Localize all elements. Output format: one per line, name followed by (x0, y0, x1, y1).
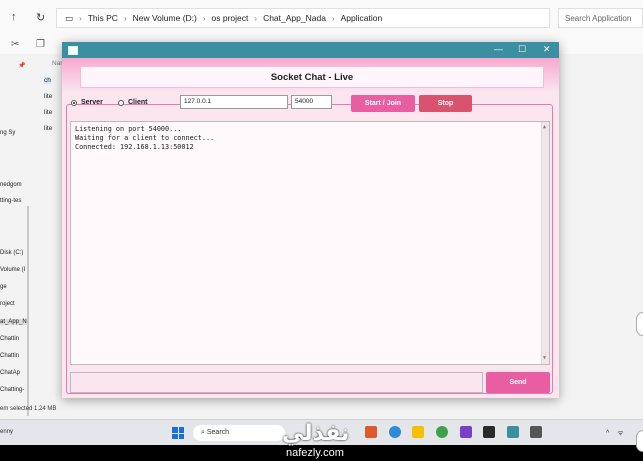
scroll-down-icon[interactable]: ▼ (543, 354, 546, 363)
log-line: Listening on port 54000... (75, 125, 182, 133)
server-radio-label: Server (81, 99, 103, 106)
server-radio[interactable]: Server (71, 99, 103, 106)
folder-icon[interactable] (412, 426, 424, 438)
header-strip: Socket Chat - Live (80, 66, 544, 88)
monitor-icon: ▭ (65, 12, 74, 23)
taskbar-search-label: Search (206, 429, 230, 436)
window-app-icon (68, 46, 78, 55)
system-tray[interactable]: ^ ᯤ (606, 429, 627, 438)
side-handle[interactable] (636, 430, 643, 452)
nav-item[interactable]: Chatting- (0, 387, 24, 393)
breadcrumb-item[interactable]: This PC (88, 13, 118, 23)
nav-item[interactable]: Volume (I (0, 267, 25, 273)
chevron-right-icon: › (79, 13, 82, 23)
chat-app-taskbar-icon[interactable] (507, 426, 519, 438)
taskbar-search[interactable]: ⌕ Search (193, 425, 285, 441)
port-input[interactable]: 54000 (291, 95, 332, 109)
log-line: Connected: 192.168.1.13:50012 (75, 143, 194, 151)
side-handle[interactable] (636, 312, 643, 336)
visual-studio-icon[interactable] (460, 426, 472, 438)
terminal-icon[interactable] (483, 426, 495, 438)
breadcrumb-item[interactable]: Chat_App_Nada (263, 13, 326, 23)
nav-item[interactable]: at_App_N (0, 319, 27, 325)
nav-item[interactable]: ge (0, 284, 7, 290)
client-radio-label: Client (128, 99, 148, 106)
nav-item[interactable]: nedgom (0, 182, 22, 188)
client-radio[interactable]: Client (118, 99, 147, 106)
windows-start-icon[interactable] (172, 427, 184, 439)
chevron-right-icon: › (123, 13, 127, 23)
chevron-right-icon: › (331, 13, 335, 23)
file-item[interactable]: lite (44, 125, 52, 132)
app-body: Socket Chat - Live Server Client 127.0.0… (62, 58, 559, 398)
radio-unchecked-icon (118, 99, 124, 106)
breadcrumb-item[interactable]: Application (341, 13, 383, 23)
file-item[interactable]: lite (44, 93, 52, 100)
refresh-icon[interactable]: ↻ (36, 11, 45, 24)
nav-item[interactable]: ng Sy (0, 130, 15, 136)
message-input[interactable] (70, 372, 483, 393)
breadcrumb[interactable]: ▭ › This PC › New Volume (D:) › os proje… (56, 8, 550, 28)
watermark-text: nafezly.com (286, 447, 344, 459)
app-icon[interactable] (530, 426, 542, 438)
copy-icon[interactable]: ❐ (36, 39, 45, 50)
log-scrollbar[interactable]: ▲ ▼ (541, 122, 549, 364)
explorer-status-bar: em selected 1.24 MB (0, 402, 643, 416)
file-item[interactable]: lite (44, 109, 52, 116)
desktop-screen: ↑ ↻ ▭ › This PC › New Volume (D:) › os p… (0, 0, 643, 445)
status-text: em selected 1.24 MB (0, 406, 57, 412)
nav-scrollbar[interactable] (27, 206, 29, 416)
breadcrumb-item[interactable]: os project (212, 13, 249, 23)
ip-address-input[interactable]: 127.0.0.1 (180, 95, 288, 109)
maximize-icon[interactable]: ☐ (518, 44, 526, 55)
nav-item[interactable]: Disk (C:) (0, 250, 23, 256)
explorer-address-bar: ↑ ↻ ▭ › This PC › New Volume (D:) › os p… (0, 0, 643, 37)
nav-item[interactable]: roject (0, 301, 15, 307)
nav-item[interactable]: Chattin (0, 353, 19, 359)
nav-item[interactable]: tting-tes (0, 198, 21, 204)
explorer-nav-pane: ng Sy nedgom tting-tes Disk (C:) Volume … (0, 56, 29, 426)
window-titlebar[interactable]: — ☐ ✕ (62, 42, 559, 58)
close-icon[interactable]: ✕ (543, 44, 551, 55)
app-icon[interactable] (365, 426, 377, 438)
file-item[interactable]: ch (44, 77, 51, 84)
log-line: Waiting for a client to connect... (75, 134, 215, 142)
chevron-right-icon: › (254, 13, 258, 23)
chat-log[interactable]: Listening on port 54000... Waiting for a… (70, 121, 550, 365)
chrome-icon[interactable] (436, 426, 448, 438)
back-arrow-icon[interactable]: ↑ (11, 11, 17, 23)
cut-icon[interactable]: ✂ (11, 39, 19, 50)
edge-icon[interactable] (389, 426, 401, 438)
stop-button[interactable]: Stop (419, 95, 472, 112)
minimize-icon[interactable]: — (494, 44, 503, 54)
page-title: Socket Chat - Live (270, 71, 354, 83)
explorer-search-input[interactable]: Search Application (558, 8, 643, 28)
nav-item[interactable]: Chattin (0, 336, 19, 342)
radio-checked-icon (71, 99, 77, 106)
scroll-up-icon[interactable]: ▲ (543, 123, 546, 132)
send-button[interactable]: Send (486, 372, 550, 393)
start-join-button[interactable]: Start / Join (351, 95, 415, 112)
explorer-file-list: Nam 📌 ch lite lite lite (18, 56, 66, 426)
taskbar-weather-text[interactable]: enny (0, 429, 13, 435)
pin-icon: 📌 (18, 63, 26, 69)
watermark-logo: نفذلي (282, 420, 350, 445)
chevron-right-icon: › (202, 13, 206, 23)
socket-chat-window: — ☐ ✕ Socket Chat - Live Server Client 1… (62, 42, 559, 398)
breadcrumb-item[interactable]: New Volume (D:) (133, 13, 197, 23)
nav-item[interactable]: ChatAp (0, 370, 20, 376)
